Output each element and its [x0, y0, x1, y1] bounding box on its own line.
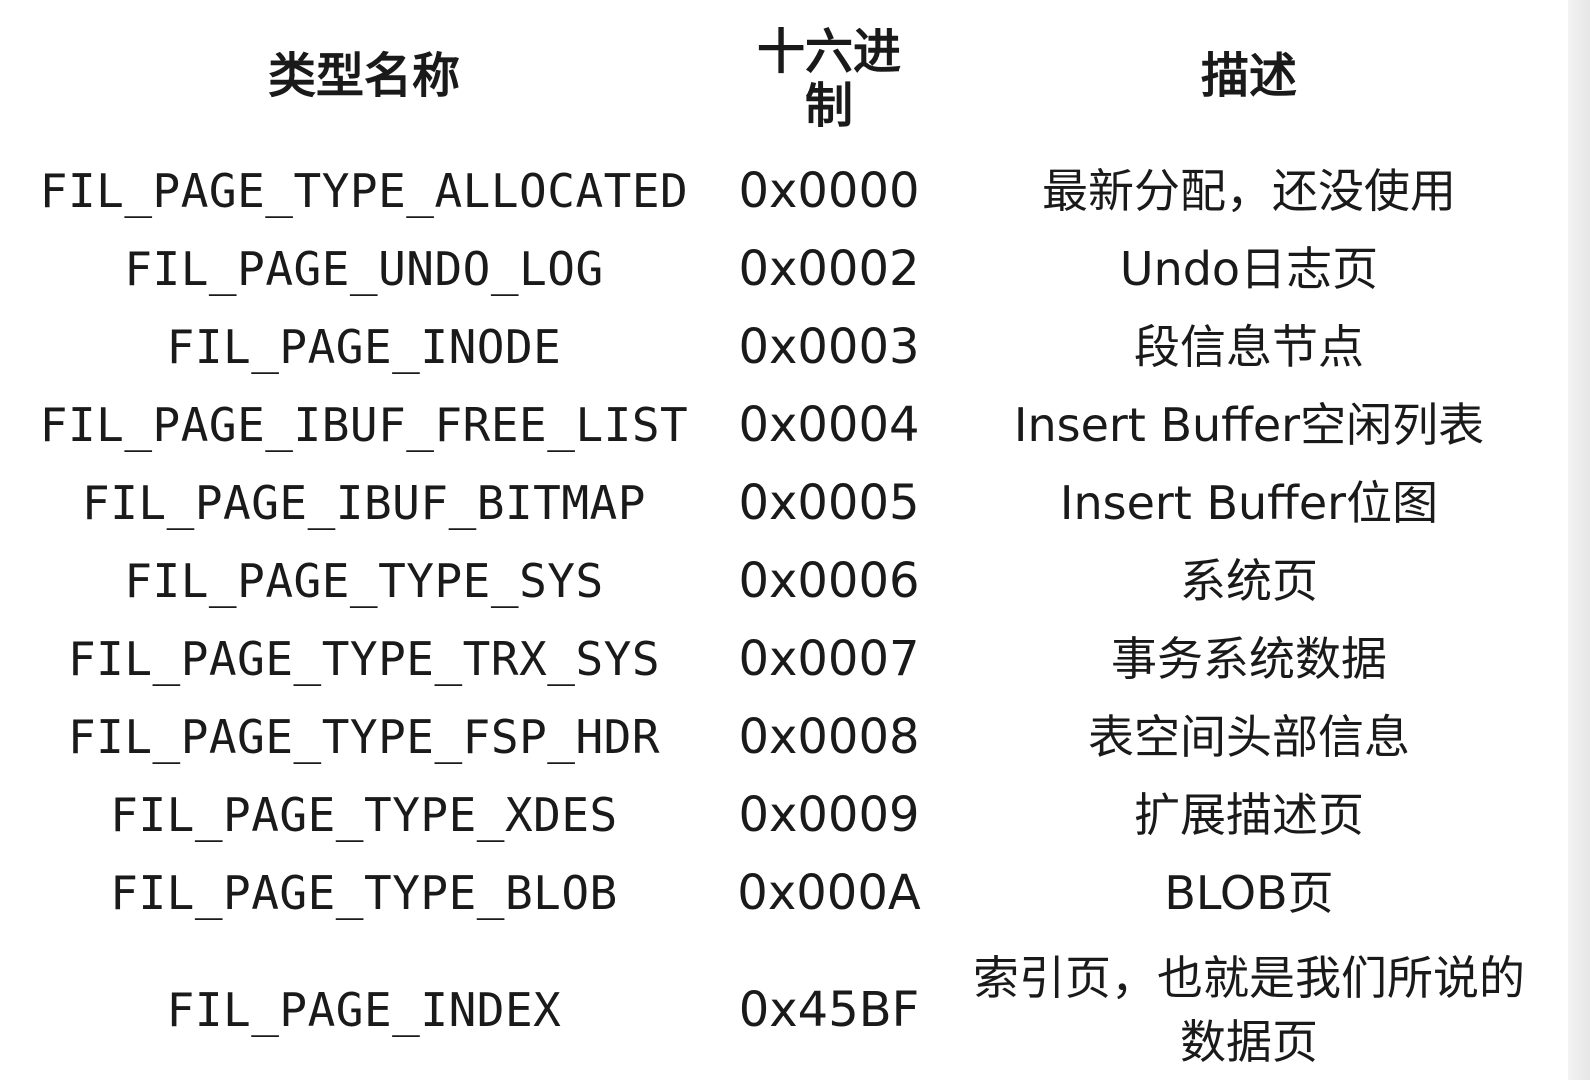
type-name-cell: FIL_PAGE_UNDO_LOG — [124, 242, 604, 296]
type-name-cell: FIL_PAGE_IBUF_FREE_LIST — [39, 398, 689, 452]
description-cell: BLOB页 — [1164, 866, 1334, 920]
header-description: 描述 — [1200, 48, 1297, 104]
table-row: FIL_PAGE_IBUF_BITMAP 0x0005 Insert Buffe… — [0, 464, 1568, 542]
description-line1: 索引页，也就是我们所说的 — [973, 951, 1525, 1005]
table-row: FIL_PAGE_IBUF_FREE_LIST 0x0004 Insert Bu… — [0, 386, 1568, 464]
table-row: FIL_PAGE_TYPE_TRX_SYS 0x0007 事务系统数据 — [0, 620, 1568, 698]
description-cell: 事务系统数据 — [1111, 632, 1387, 686]
hex-value-cell: 0x0002 — [738, 241, 920, 297]
description-line2: 数据页 — [1180, 1015, 1318, 1069]
hex-value-cell: 0x0007 — [738, 631, 920, 687]
table-row: FIL_PAGE_TYPE_FSP_HDR 0x0008 表空间头部信息 — [0, 698, 1568, 776]
hex-value-cell: 0x0009 — [738, 787, 920, 843]
hex-value-cell: 0x45BF — [738, 982, 920, 1038]
table-row: FIL_PAGE_TYPE_ALLOCATED 0x0000 最新分配，还没使用 — [0, 152, 1568, 230]
description-cell: Insert Buffer空闲列表 — [1013, 398, 1485, 452]
header-hex: 十六进 制 — [728, 0, 930, 152]
hex-value-cell: 0x0004 — [738, 397, 920, 453]
hex-value-cell: 0x000A — [737, 865, 921, 921]
hex-value-cell: 0x0005 — [738, 475, 920, 531]
description-cell: 最新分配，还没使用 — [1042, 164, 1456, 218]
table-row: FIL_PAGE_UNDO_LOG 0x0002 Undo日志页 — [0, 230, 1568, 308]
type-name-cell: FIL_PAGE_TYPE_TRX_SYS — [67, 632, 661, 686]
description-cell: 扩展描述页 — [1134, 788, 1364, 842]
header-hex-line2: 制 — [804, 78, 853, 134]
type-name-cell: FIL_PAGE_TYPE_BLOB — [110, 866, 618, 920]
table-row: FIL_PAGE_TYPE_XDES 0x0009 扩展描述页 — [0, 776, 1568, 854]
hex-value-cell: 0x0000 — [738, 163, 920, 219]
table-row: FIL_PAGE_TYPE_SYS 0x0006 系统页 — [0, 542, 1568, 620]
table-header-row: 类型名称 十六进 制 描述 — [0, 0, 1568, 152]
type-name-cell: FIL_PAGE_TYPE_FSP_HDR — [67, 710, 661, 764]
page-type-table: 类型名称 十六进 制 描述 FIL_PAGE_TYPE_ALLOCATED 0x… — [0, 0, 1568, 1088]
description-cell: 段信息节点 — [1134, 320, 1364, 374]
header-type-name: 类型名称 — [267, 48, 460, 104]
right-edge-strip — [1568, 0, 1590, 1080]
table-row: FIL_PAGE_INDEX 0x45BF 索引页，也就是我们所说的 数据页 — [0, 932, 1568, 1088]
description-cell: 表空间头部信息 — [1088, 710, 1410, 764]
header-hex-line1: 十六进 — [756, 24, 901, 80]
type-name-cell: FIL_PAGE_INDEX — [166, 983, 562, 1037]
description-cell: 系统页 — [1180, 554, 1318, 608]
description-cell: Undo日志页 — [1119, 242, 1379, 296]
type-name-cell: FIL_PAGE_TYPE_ALLOCATED — [39, 164, 689, 218]
table-row: FIL_PAGE_TYPE_BLOB 0x000A BLOB页 — [0, 854, 1568, 932]
type-name-cell: FIL_PAGE_IBUF_BITMAP — [82, 476, 646, 530]
hex-value-cell: 0x0008 — [738, 709, 920, 765]
description-cell: Insert Buffer位图 — [1059, 476, 1439, 530]
description-cell: 索引页，也就是我们所说的 数据页 — [930, 932, 1568, 1088]
hex-value-cell: 0x0003 — [738, 319, 920, 375]
type-name-cell: FIL_PAGE_INODE — [166, 320, 562, 374]
type-name-cell: FIL_PAGE_TYPE_XDES — [110, 788, 618, 842]
table-row: FIL_PAGE_INODE 0x0003 段信息节点 — [0, 308, 1568, 386]
hex-value-cell: 0x0006 — [738, 553, 920, 609]
type-name-cell: FIL_PAGE_TYPE_SYS — [124, 554, 604, 608]
